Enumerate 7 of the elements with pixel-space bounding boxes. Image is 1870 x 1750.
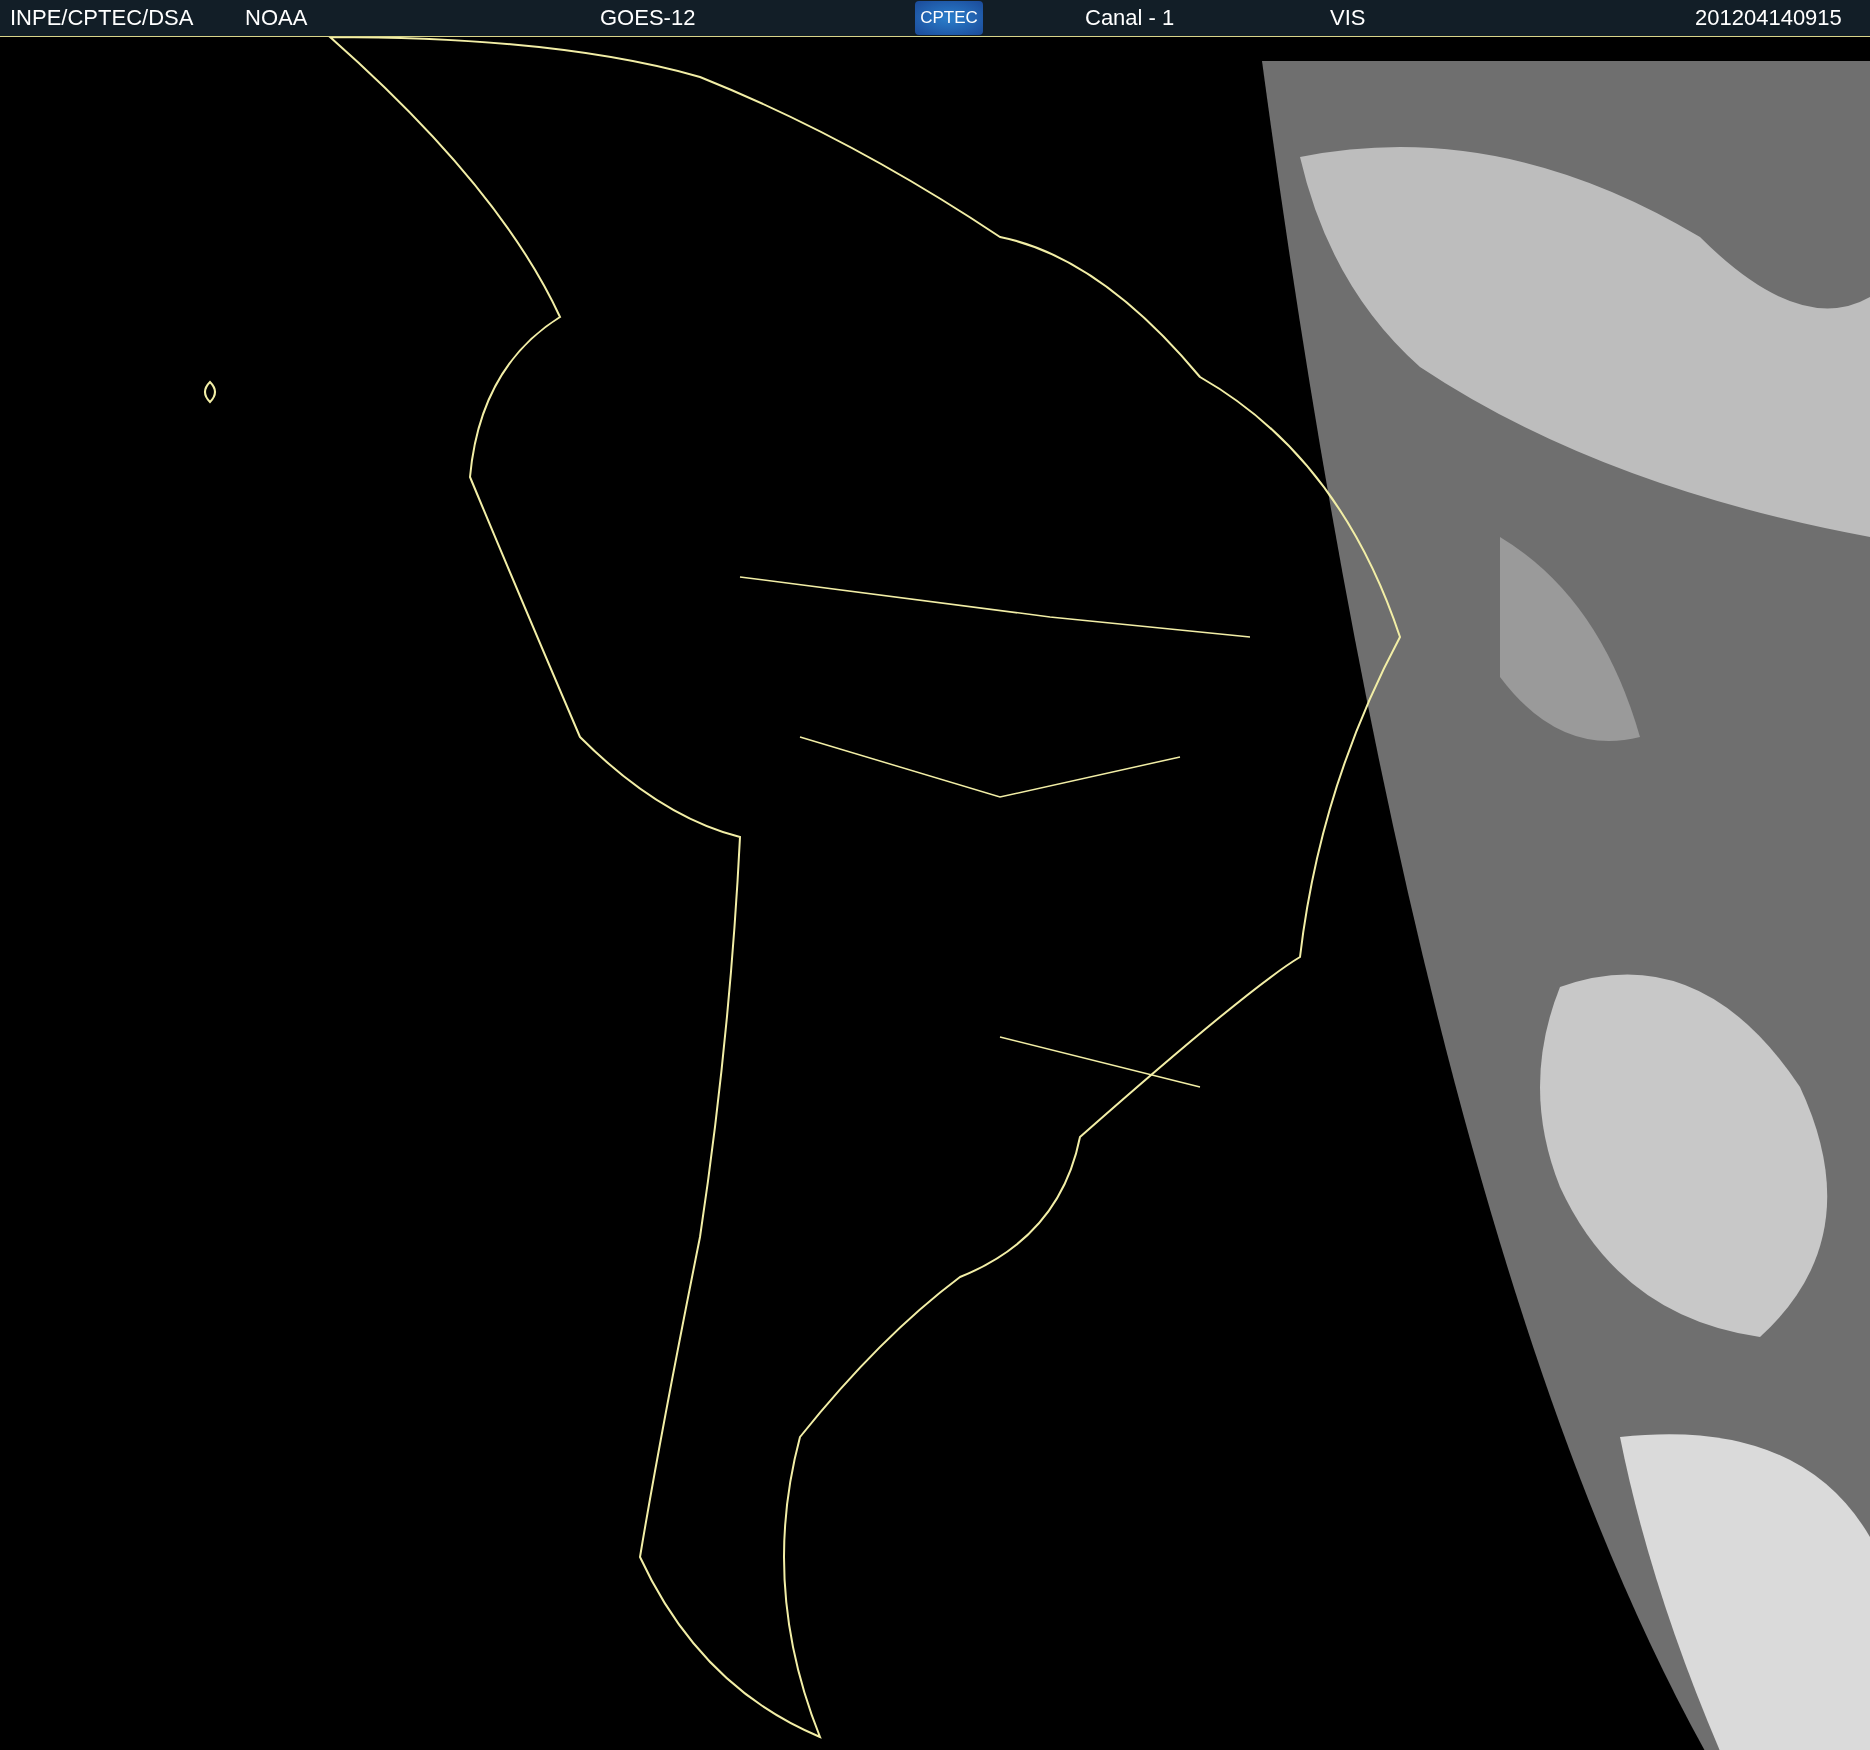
satellite-label: GOES-12	[600, 5, 696, 31]
source-label: INPE/CPTEC/DSA	[10, 5, 194, 31]
channel-label: Canal - 1	[1085, 5, 1175, 31]
logo: CPTEC	[915, 1, 983, 35]
agency-label: NOAA	[245, 5, 308, 31]
band-label: VIS	[1330, 5, 1366, 31]
timestamp-label: 201204140915	[1695, 5, 1842, 31]
